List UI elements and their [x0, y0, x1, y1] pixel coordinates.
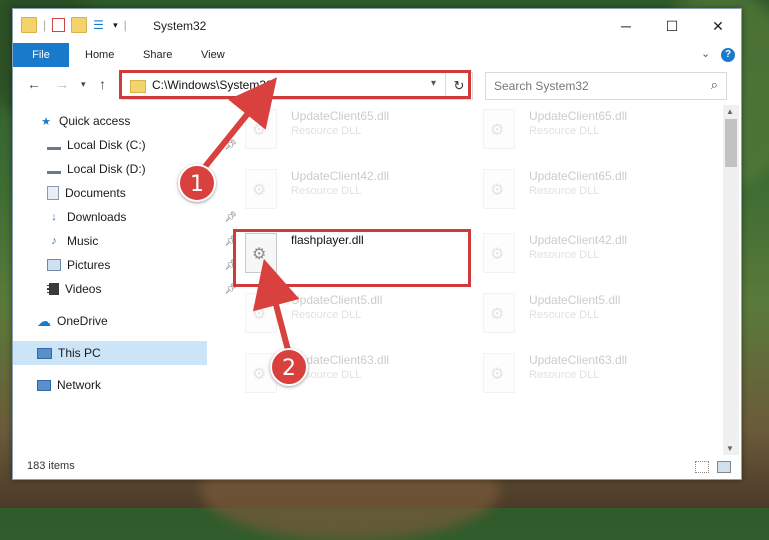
callout-badge-1: 1 [178, 164, 216, 202]
callout-badge-2: 2 [270, 348, 308, 386]
arrow-to-address-bar [201, 77, 278, 170]
annotation-arrows [201, 77, 300, 351]
arrow-to-file [252, 258, 300, 351]
